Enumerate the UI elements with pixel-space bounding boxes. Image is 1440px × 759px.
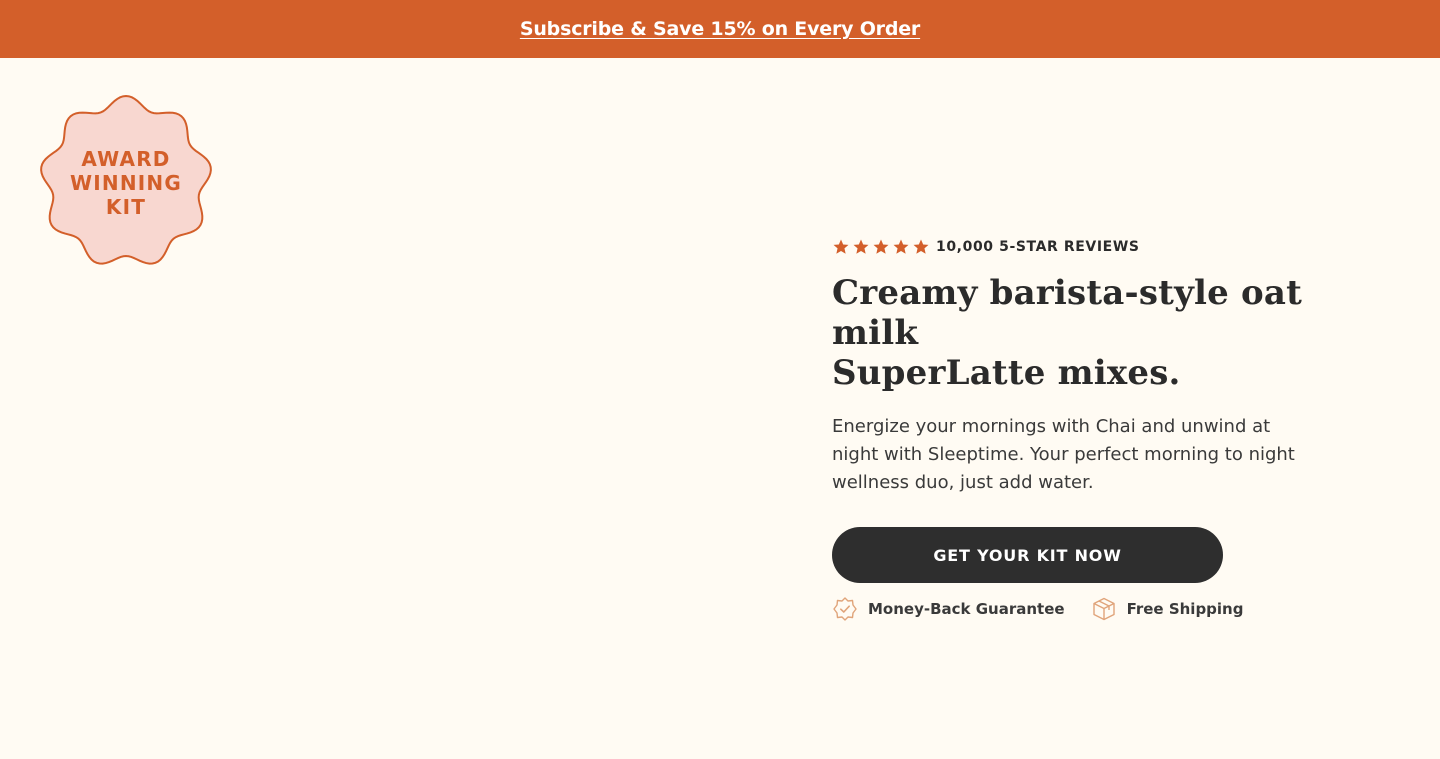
award-winning-badge: AWARD WINNING KIT (37, 95, 215, 269)
star-icon (873, 239, 889, 254)
star-icon (853, 239, 869, 254)
perk-label: Money-Back Guarantee (868, 600, 1065, 618)
announcement-bar: Subscribe & Save 15% on Every Order (0, 0, 1440, 58)
star-icon (833, 239, 849, 254)
star-rating (832, 238, 930, 256)
reviews-count[interactable]: 10,000 5-STAR REVIEWS (936, 239, 1140, 255)
headline-line-2: SuperLatte mixes. (832, 353, 1181, 393)
hero-content: 10,000 5-STAR REVIEWS Creamy barista-sty… (832, 236, 1392, 623)
package-box-icon (1092, 597, 1115, 621)
badge-line-kit: KIT (105, 195, 147, 219)
subscribe-save-link[interactable]: Subscribe & Save 15% on Every Order (520, 18, 920, 40)
badge-check-icon (833, 597, 857, 621)
headline-line-1: Creamy barista-style oat milk (832, 273, 1303, 353)
rating-row: 10,000 5-STAR REVIEWS (832, 236, 1392, 258)
badge-line-winning: WINNING (70, 171, 182, 195)
perks-row: Money-Back Guarantee Free Shipping (832, 595, 1392, 623)
perk-money-back: Money-Back Guarantee (832, 596, 1065, 622)
star-icon (913, 239, 929, 254)
perk-label: Free Shipping (1126, 600, 1244, 618)
perk-free-shipping: Free Shipping (1091, 596, 1244, 622)
get-kit-button[interactable]: GET YOUR KIT NOW (832, 527, 1223, 583)
star-icon (893, 239, 909, 254)
hero-subtext: Energize your mornings with Chai and unw… (832, 416, 1295, 493)
badge-line-award: AWARD (81, 147, 171, 171)
hero-headline: Creamy barista-style oat milk SuperLatte… (832, 273, 1372, 393)
